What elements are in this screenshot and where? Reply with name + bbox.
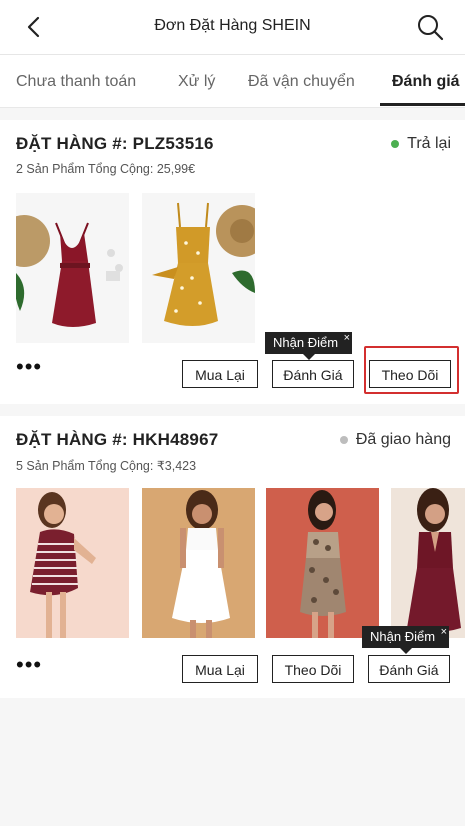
order-status: Đã giao hàng <box>339 431 451 449</box>
status-dot <box>391 140 400 148</box>
product-image[interactable] <box>142 193 255 343</box>
order-id: ĐẶT HÀNG #: PLZ53516 <box>16 134 214 153</box>
tooltip-arrow <box>302 354 315 360</box>
order-status-tabs: Chưa thanh toán Xử lý Đã vận chuyển Đánh… <box>0 55 465 108</box>
review-button[interactable]: Đánh Giá <box>272 360 354 388</box>
search-icon[interactable] <box>415 12 445 42</box>
order-id: ĐẶT HÀNG #: HKH48967 <box>16 430 219 449</box>
order-summary: 5 Sản Phẩm Tổng Cộng: ₹3,423 <box>16 459 197 473</box>
tab-unpaid[interactable]: Chưa thanh toán <box>16 73 136 91</box>
order-summary: 2 Sản Phẩm Tổng Cộng: 25,99€ <box>16 162 196 176</box>
tab-processing[interactable]: Xử lý <box>178 73 215 91</box>
tooltip-close-icon[interactable]: × <box>344 327 350 349</box>
product-image[interactable] <box>16 193 129 343</box>
tab-review[interactable]: Đánh giá <box>392 73 460 91</box>
earn-points-tooltip: Nhận Điểm × <box>362 626 450 654</box>
buy-again-button[interactable]: Mua Lại <box>182 655 258 683</box>
status-label: Trả lại <box>407 135 451 152</box>
more-options-icon[interactable]: ••• <box>16 356 42 378</box>
tooltip-label: Nhận Điểm <box>273 335 339 350</box>
order-card: ĐẶT HÀNG #: HKH48967 Đã giao hàng 5 Sản … <box>0 416 465 698</box>
product-image[interactable] <box>16 488 129 638</box>
active-tab-indicator <box>380 103 465 106</box>
tooltip-close-icon[interactable]: × <box>441 621 447 643</box>
track-button[interactable]: Theo Dõi <box>272 655 354 683</box>
order-status: Trả lại <box>391 135 451 153</box>
more-options-icon[interactable]: ••• <box>16 654 42 676</box>
earn-points-tooltip: Nhận Điểm × <box>265 332 353 360</box>
tooltip-arrow <box>399 648 412 654</box>
track-button[interactable]: Theo Dõi <box>369 360 451 388</box>
top-bar: Đơn Đặt Hàng SHEIN <box>0 0 465 55</box>
status-dot <box>339 436 348 444</box>
page-title: Đơn Đặt Hàng SHEIN <box>154 17 311 34</box>
tab-shipped[interactable]: Đã vận chuyển <box>248 73 355 91</box>
review-button[interactable]: Đánh Giá <box>368 655 450 683</box>
order-card: ĐẶT HÀNG #: PLZ53516 Trả lại 2 Sản Phẩm … <box>0 120 465 404</box>
product-image[interactable] <box>142 488 255 638</box>
buy-again-button[interactable]: Mua Lại <box>182 360 258 388</box>
status-label: Đã giao hàng <box>355 431 451 448</box>
product-image[interactable] <box>391 488 465 638</box>
product-image[interactable] <box>266 488 379 638</box>
tooltip-label: Nhận Điểm <box>370 629 436 644</box>
